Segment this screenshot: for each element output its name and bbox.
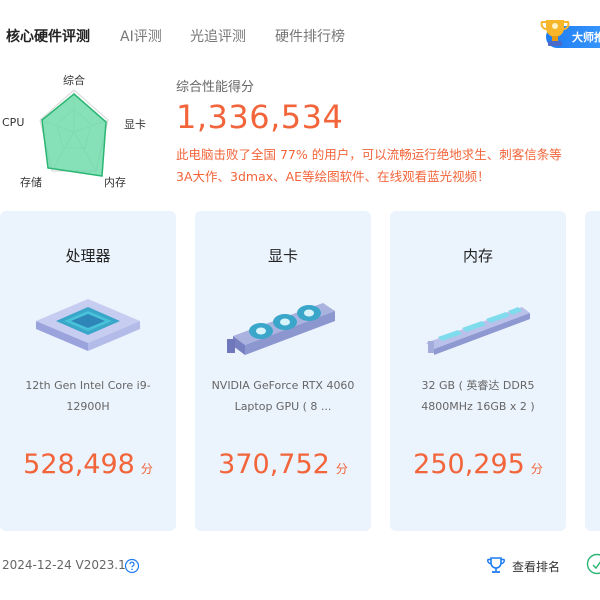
description-line-2: 3A大作、3dmax、AE等绘图软件、在线观看蓝光视频！ [176, 169, 490, 184]
cpu-chip-icon [36, 299, 140, 351]
memory-spec: 32 GB ( 英睿达 DDR5 4800MHz 16GB x 2 ) [421, 379, 535, 413]
memory-score-value: 250,295 [413, 449, 525, 480]
overall-score-value: 1,336,534 [176, 98, 344, 136]
top-tab-bar: 核心硬件评测 AI评测 光追评测 硬件排行榜 大师推 [0, 0, 600, 70]
benchmark-date-version: 2024-12-24 V2023.1 [2, 558, 126, 572]
cpu-score-unit: 分 [140, 462, 153, 476]
radar-chart: 综合 显卡 内存 存储 CPU [0, 68, 160, 198]
trophy-icon [540, 20, 570, 46]
gpu-score: 370,752 分 [195, 449, 371, 480]
trophy-icon[interactable] [486, 555, 506, 575]
cpu-score: 528,498 分 [0, 449, 176, 480]
badge-label: 大师推 [572, 31, 600, 44]
cpu-score-value: 528,498 [23, 449, 135, 480]
cpu-model-name: 12th Gen Intel Core i9-12900H [25, 379, 151, 413]
gpu-score-value: 370,752 [218, 449, 330, 480]
gpu-card[interactable]: 显卡 NVIDIA GeForce RTX 4060 Laptop GPU ( … [195, 211, 371, 531]
memory-stick-icon [426, 307, 530, 355]
radar-label-memory: 内存 [104, 176, 126, 189]
graphics-card-icon [227, 303, 335, 355]
tab-raytracing[interactable]: 光追评测 [190, 26, 246, 46]
gpu-card-title: 显卡 [267, 247, 298, 265]
overall-score-description: 此电脑击败了全国 77% 的用户，可以流畅运行绝地求生、刺客信条等 3A大作、3… [176, 144, 600, 188]
cpu-card-title: 处理器 [65, 247, 111, 265]
memory-score-unit: 分 [530, 462, 543, 476]
gpu-score-unit: 分 [335, 462, 348, 476]
radar-label-overall: 综合 [63, 74, 85, 87]
memory-card[interactable]: 内存 32 GB ( 英睿达 DDR5 4800MHz 16GB x 2 ) 2… [390, 211, 566, 531]
radar-label-cpu: CPU [2, 116, 25, 129]
tab-core-hardware[interactable]: 核心硬件评测 [6, 26, 90, 46]
radar-value-area [41, 93, 107, 177]
cpu-card[interactable]: 处理器 12th Gen Intel Core i9-12900H 528,49… [0, 211, 176, 531]
radar-label-gpu: 显卡 [124, 118, 146, 131]
view-ranking-link[interactable]: 查看排名 [512, 558, 560, 575]
share-icon[interactable] [586, 553, 600, 575]
master-badge[interactable]: 大师推 [540, 14, 600, 48]
help-icon[interactable] [124, 558, 140, 574]
storage-card-partial[interactable] [585, 211, 600, 531]
description-line-1: 此电脑击败了全国 77% 的用户，可以流畅运行绝地求生、刺客信条等 [176, 147, 562, 162]
overall-score-title: 综合性能得分 [176, 80, 255, 95]
memory-card-title: 内存 [462, 247, 493, 265]
memory-score: 250,295 分 [390, 449, 566, 480]
tab-ai[interactable]: AI评测 [120, 26, 162, 46]
gpu-model-name: NVIDIA GeForce RTX 4060 Laptop GPU ( 8 .… [211, 379, 355, 413]
radar-label-storage: 存储 [20, 176, 42, 189]
tab-ranking[interactable]: 硬件排行榜 [275, 26, 345, 46]
